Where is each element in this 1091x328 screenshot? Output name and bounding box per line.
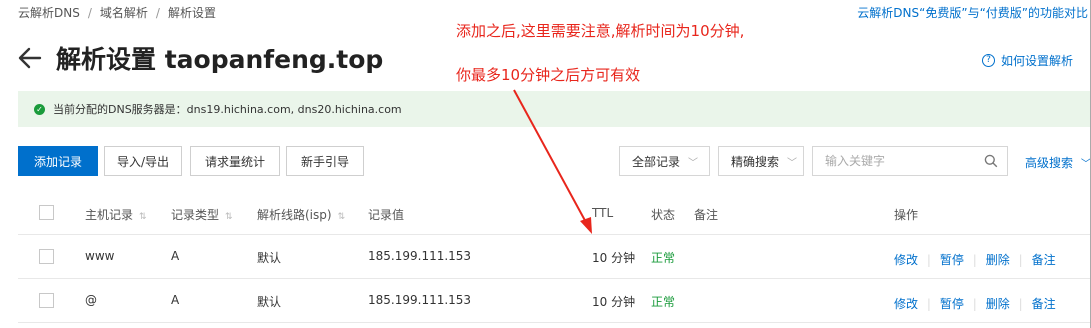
remark-link[interactable]: 备注 — [1032, 297, 1056, 311]
record-filter-select[interactable]: 全部记录 ﹀ — [619, 146, 710, 176]
back-arrow-icon[interactable] — [18, 47, 42, 69]
help-link[interactable]: ? 如何设置解析 — [981, 52, 1073, 69]
column-header-line[interactable]: 解析线路(isp) ⇅ — [257, 206, 345, 223]
column-header-remark: 备注 — [694, 208, 719, 222]
advanced-search-label: 高级搜索 — [1025, 156, 1074, 170]
chevron-down-icon: ﹀ — [688, 157, 699, 169]
cell-line: 默认 — [257, 251, 282, 265]
column-header-value: 记录值 — [368, 208, 405, 222]
status-badge: 正常 — [651, 251, 676, 265]
cell-value: 185.199.111.153 — [368, 293, 472, 307]
annotation-arrow-icon — [513, 89, 592, 234]
row-actions: 修改 | 暂停 | 删除 | 备注 — [894, 293, 1056, 312]
advanced-search-link[interactable]: 高级搜索 ﹀ — [1025, 154, 1091, 171]
column-header-host-label: 主机记录 — [85, 208, 134, 222]
dns-server-info-text: 当前分配的DNS服务器是：dns19.hichina.com, dns20.hi… — [53, 103, 402, 116]
cell-host: www — [85, 249, 115, 263]
cell-host: @ — [85, 293, 97, 307]
breadcrumb: 云解析DNS / 域名解析 / 解析设置 — [18, 4, 216, 21]
sort-icon[interactable]: ⇅ — [139, 212, 147, 222]
column-header-line-label: 解析线路(isp) — [257, 208, 332, 222]
cell-type: A — [171, 249, 180, 263]
cell-ttl: 10 分钟 — [592, 295, 636, 309]
edit-link[interactable]: 修改 — [894, 297, 918, 311]
import-export-button[interactable]: 导入/导出 — [104, 146, 182, 176]
select-all-checkbox[interactable] — [39, 205, 54, 220]
sort-icon[interactable]: ⇅ — [225, 212, 233, 222]
row-checkbox[interactable] — [39, 249, 54, 264]
breadcrumb-item-settings: 解析设置 — [167, 6, 216, 20]
action-separator: | — [923, 253, 935, 267]
request-stats-button[interactable]: 请求量统计 — [190, 146, 280, 176]
chevron-down-icon: ﹀ — [787, 157, 798, 169]
breadcrumb-item-dns[interactable]: 云解析DNS — [18, 6, 80, 20]
check-circle-icon: ✓ — [34, 103, 45, 115]
delete-link[interactable]: 删除 — [986, 253, 1010, 267]
action-separator: | — [923, 297, 935, 311]
cell-value: 185.199.111.153 — [368, 249, 472, 263]
guide-button[interactable]: 新手引导 — [286, 146, 364, 176]
column-header-type-label: 记录类型 — [171, 208, 220, 222]
column-header-host[interactable]: 主机记录 ⇅ — [85, 206, 147, 223]
breadcrumb-item-domain[interactable]: 域名解析 — [100, 6, 148, 20]
question-icon: ? — [981, 54, 995, 67]
breadcrumb-separator: / — [87, 6, 92, 20]
column-header-type[interactable]: 记录类型 ⇅ — [171, 206, 233, 223]
add-record-button[interactable]: 添加记录 — [18, 146, 98, 176]
record-filter-value: 全部记录 — [632, 154, 681, 169]
action-separator: | — [1014, 297, 1027, 311]
version-compare-link[interactable]: 云解析DNS“免费版”与“付费版”的功能对比 — [857, 4, 1088, 21]
cell-type: A — [171, 293, 180, 307]
remark-link[interactable]: 备注 — [1032, 253, 1056, 267]
delete-link[interactable]: 删除 — [986, 297, 1010, 311]
page-title: 解析设置 taopanfeng.top — [56, 45, 384, 74]
title-row: 解析设置 taopanfeng.top — [18, 40, 383, 76]
annotation-text-line1: 添加之后,这里需要注意,解析时间为10分钟, — [456, 22, 745, 40]
action-separator: | — [968, 253, 981, 267]
pause-link[interactable]: 暂停 — [940, 253, 964, 267]
search-icon[interactable] — [984, 154, 998, 168]
search-input[interactable] — [813, 153, 987, 169]
row-checkbox[interactable] — [39, 293, 54, 308]
divider — [18, 278, 1091, 279]
cell-line: 默认 — [257, 295, 282, 309]
column-header-actions: 操作 — [894, 208, 919, 222]
search-mode-select[interactable]: 精确搜索 ﹀ — [718, 146, 804, 176]
action-separator: | — [1014, 253, 1027, 267]
action-separator: | — [968, 297, 981, 311]
sort-icon[interactable]: ⇅ — [338, 212, 346, 222]
status-badge: 正常 — [651, 295, 676, 309]
pause-link[interactable]: 暂停 — [940, 297, 964, 311]
divider — [18, 322, 1091, 323]
column-header-status: 状态 — [651, 208, 676, 222]
search-mode-value: 精确搜索 — [731, 154, 780, 169]
breadcrumb-separator: / — [155, 6, 160, 20]
edit-link[interactable]: 修改 — [894, 253, 918, 267]
cell-ttl: 10 分钟 — [592, 251, 636, 265]
row-actions: 修改 | 暂停 | 删除 | 备注 — [894, 249, 1056, 268]
search-box — [812, 146, 1008, 176]
help-link-label: 如何设置解析 — [1000, 54, 1073, 68]
